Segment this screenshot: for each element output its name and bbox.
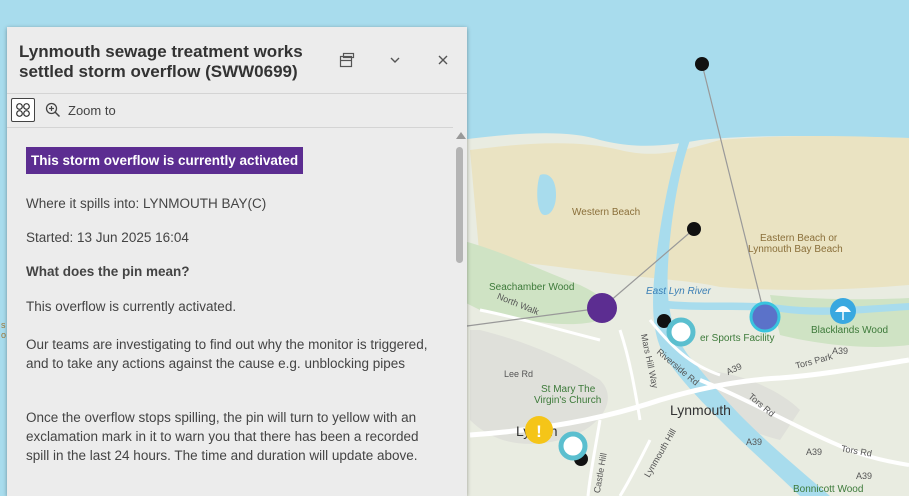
map-label-east-lyn-river: East Lyn River bbox=[646, 286, 711, 297]
popup-title: Lynmouth sewage treatment works settled … bbox=[19, 42, 303, 81]
dock-button[interactable] bbox=[336, 49, 358, 71]
map-label-western-beach: Western Beach bbox=[572, 207, 641, 218]
map-label-eastern-beach-line2: Lynmouth Bay Beach bbox=[748, 244, 843, 255]
map-label-lynmouth: Lynmouth bbox=[670, 402, 731, 418]
zoom-to-label: Zoom to bbox=[68, 102, 116, 118]
spills-into-text: Where it spills into: LYNMOUTH BAY(C) bbox=[26, 196, 267, 211]
dock-icon bbox=[339, 52, 355, 68]
map-label-church: St Mary The bbox=[541, 384, 596, 395]
scroll-up-arrow-icon[interactable] bbox=[456, 132, 466, 139]
map-label-lee-rd: Lee Rd bbox=[504, 369, 534, 379]
pin-meaning-heading: What does the pin mean? bbox=[26, 264, 190, 279]
pin-meaning-text: This overflow is currently activated. bbox=[26, 299, 237, 314]
grid-icon bbox=[16, 103, 30, 117]
map-label-church-line2: Virgin's Church bbox=[534, 395, 602, 406]
map-label-bonnicott-wood: Bonnicott Wood bbox=[793, 484, 864, 495]
feature-popup: Lynmouth sewage treatment works settled … bbox=[7, 27, 467, 496]
investigation-text: Our teams are investigating to find out … bbox=[26, 337, 428, 371]
map-label-sports-facility: er Sports Facility bbox=[700, 333, 775, 344]
close-button[interactable] bbox=[432, 49, 454, 71]
map-label-edge: s bbox=[1, 320, 6, 330]
map-label-a39: A39 bbox=[746, 437, 763, 447]
map-label-eastern-beach: Eastern Beach or bbox=[760, 233, 838, 244]
status-badge: This storm overflow is currently activat… bbox=[26, 147, 304, 174]
chevron-down-icon bbox=[390, 57, 400, 63]
started-text: Started: 13 Jun 2025 16:04 bbox=[26, 230, 189, 245]
close-icon bbox=[438, 55, 448, 65]
popup-toolbar: Zoom to bbox=[7, 93, 467, 128]
map-label-edge: o bbox=[1, 330, 7, 340]
map-label-a39: A39 bbox=[806, 447, 823, 457]
grid-menu-button[interactable] bbox=[11, 98, 35, 122]
map-label-a39: A39 bbox=[832, 346, 849, 356]
map-label-lynton: Lynton bbox=[516, 423, 558, 439]
map-label-blacklands-wood: Blacklands Wood bbox=[811, 325, 889, 336]
after-spill-text: Once the overflow stops spilling, the pi… bbox=[26, 410, 419, 463]
zoom-to-button[interactable]: Zoom to bbox=[45, 100, 116, 120]
zoom-in-icon bbox=[45, 102, 61, 118]
popup-content[interactable]: This storm overflow is currently activat… bbox=[7, 127, 451, 496]
collapse-button[interactable] bbox=[384, 49, 406, 71]
map-label-a39: A39 bbox=[856, 471, 873, 481]
scrollbar-thumb[interactable] bbox=[456, 147, 463, 263]
popup-header: Lynmouth sewage treatment works settled … bbox=[7, 27, 467, 93]
